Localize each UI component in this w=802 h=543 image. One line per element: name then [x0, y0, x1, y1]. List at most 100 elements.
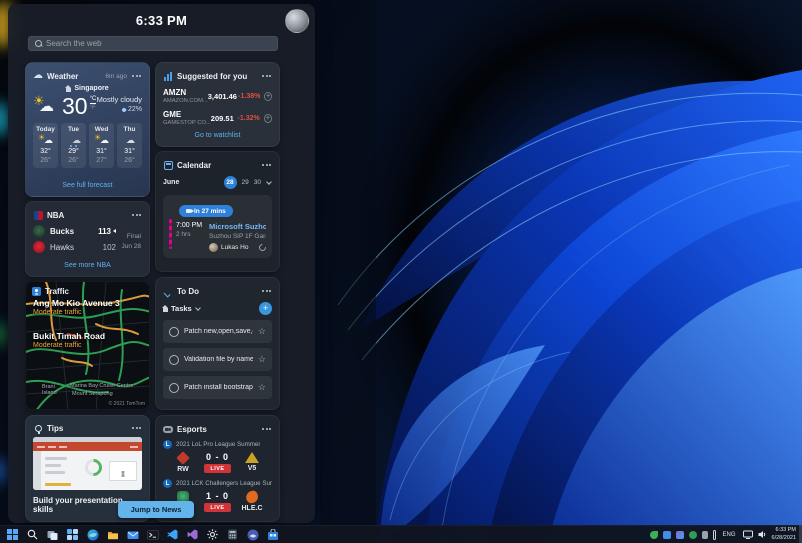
forecast-day[interactable]: Wed ☀ ☁ 31° 27° — [89, 123, 114, 168]
search-input[interactable] — [46, 39, 271, 48]
vscode-icon[interactable] — [166, 528, 179, 541]
calendar-widget[interactable]: Calendar June 28 29 30 In 27 mins 7:00 P… — [155, 151, 280, 272]
league-icon: L — [163, 479, 172, 488]
forecast-day[interactable]: Today ☀ ☁ 32° 26° — [33, 123, 58, 168]
game-status: Final Jun 28 — [121, 233, 141, 251]
widget-menu-icon[interactable] — [261, 161, 272, 169]
live-badge: LIVE — [204, 464, 231, 473]
droplet-icon — [121, 106, 127, 113]
star-icon[interactable]: ☆ — [258, 383, 266, 392]
chevron-down-icon[interactable] — [194, 304, 201, 311]
chevron-down-icon[interactable] — [266, 178, 272, 185]
widget-menu-icon[interactable] — [261, 287, 272, 295]
precipitation: 22% — [97, 106, 142, 113]
stocks-widget[interactable]: Suggested for you AMZN AMAZON.COM... 3,4… — [155, 62, 280, 147]
nba-widget[interactable]: NBA Bucks 113 Hawks 102 Final Jun 28 See… — [25, 201, 150, 277]
task-checkbox[interactable] — [169, 326, 179, 337]
widget-menu-icon[interactable] — [131, 211, 142, 219]
file-explorer-icon[interactable] — [106, 528, 119, 541]
tips-thumbnail[interactable] — [33, 437, 142, 490]
star-icon[interactable]: ☆ — [258, 355, 266, 364]
widget-menu-icon[interactable] — [261, 72, 272, 80]
tray-app-icon[interactable] — [662, 530, 671, 539]
calendar-day-selected[interactable]: 28 — [223, 176, 237, 189]
tray-app-icon[interactable] — [675, 530, 684, 539]
tray-app-icon[interactable] — [649, 530, 658, 539]
task-view-icon[interactable] — [46, 528, 59, 541]
forecast-day[interactable]: Tue ☁ 29° 26° — [61, 123, 86, 168]
start-button[interactable] — [6, 528, 19, 541]
team-logo — [245, 452, 259, 463]
network-icon[interactable] — [742, 526, 753, 543]
celsius-toggle[interactable]: °C — [89, 96, 97, 104]
add-to-watchlist-icon[interactable]: + — [264, 91, 272, 101]
video-call-icon — [186, 209, 194, 213]
widget-menu-icon[interactable] — [131, 72, 142, 80]
calendar-month: June — [163, 179, 180, 186]
desktop-blur-blob — [0, 322, 7, 346]
todo-icon — [163, 286, 173, 296]
match-row[interactable]: RW 0 - 0 LIVE V5 — [163, 451, 272, 474]
stock-row[interactable]: AMZN AMAZON.COM... 3,401.46 -1.38% + — [163, 88, 272, 104]
map-attribution: © 2021 TomTom — [108, 401, 145, 407]
tray-app-icon[interactable] — [688, 530, 697, 539]
task-list-selector[interactable]: Tasks — [171, 304, 192, 313]
see-full-forecast-link[interactable]: See full forecast — [33, 182, 142, 189]
teams-icon[interactable] — [246, 528, 259, 541]
todo-widget[interactable]: To Do Tasks + Patch new,open,save,edi...… — [155, 277, 280, 410]
event-duration: 2 hrs — [176, 231, 191, 238]
fahrenheit-toggle[interactable]: °F — [90, 105, 97, 111]
weather-widget[interactable]: ☁ Weather 6m ago Singapore ☀ ☁ 30 °C °F M… — [25, 62, 150, 197]
weather-location[interactable]: Singapore — [33, 84, 142, 92]
map-label: Brani Island — [42, 383, 57, 397]
forecast-day[interactable]: Thu ☁ 31° 26° — [117, 123, 142, 168]
calendar-event[interactable]: In 27 mins 7:00 PM 2 hrs Microsoft Suzho… — [163, 195, 272, 258]
task-checkbox[interactable] — [169, 382, 179, 393]
calendar-day[interactable]: 30 — [254, 179, 261, 186]
jump-to-news-button[interactable]: Jump to News — [118, 501, 194, 518]
stock-row[interactable]: GME GAMESTOP CO... 209.51 -1.32% + — [163, 110, 272, 126]
settings-icon[interactable] — [206, 528, 219, 541]
home-icon — [65, 84, 72, 92]
calculator-icon[interactable] — [226, 528, 239, 541]
lightbulb-icon — [33, 423, 43, 434]
mail-icon[interactable] — [126, 528, 139, 541]
taskbar-clock[interactable]: 6:33 PM 6/28/2021 — [772, 527, 796, 542]
task-item[interactable]: Validation file by name ☆ — [163, 348, 272, 371]
widgets-taskbar-icon[interactable] — [66, 528, 79, 541]
microsoft-store-icon[interactable] — [266, 528, 279, 541]
go-to-watchlist-link[interactable]: Go to watchlist — [163, 132, 272, 139]
profile-avatar[interactable] — [285, 9, 309, 33]
event-countdown-pill[interactable]: In 27 mins — [179, 205, 233, 217]
bloom-wallpaper — [320, 0, 802, 543]
weather-title: Weather — [47, 71, 79, 81]
search-bar[interactable] — [28, 36, 278, 51]
calendar-day[interactable]: 29 — [242, 179, 249, 186]
traffic-widget[interactable]: Traffic Ang Mo Kio Avenue 3 Moderate tra… — [25, 281, 150, 410]
partly-sunny-icon: ☀ ☁ — [38, 133, 53, 145]
volume-icon[interactable] — [758, 526, 767, 543]
calendar-icon — [163, 160, 173, 170]
attendee-name: Lukas Ho — [221, 244, 249, 251]
search-taskbar-icon[interactable] — [26, 528, 39, 541]
task-checkbox[interactable] — [169, 354, 179, 365]
language-indicator[interactable]: ENG — [721, 532, 738, 538]
add-task-button[interactable]: + — [259, 302, 272, 315]
add-to-watchlist-icon[interactable]: + — [263, 113, 272, 123]
terminal-icon[interactable] — [146, 528, 159, 541]
league-row[interactable]: L 2021 LoL Pro League Summer — [163, 440, 272, 449]
widget-menu-icon[interactable] — [261, 425, 272, 433]
widget-menu-icon[interactable] — [131, 424, 142, 432]
task-item[interactable]: Patch new,open,save,edi... ☆ — [163, 320, 272, 343]
tray-app-icon[interactable] — [701, 530, 708, 539]
stocks-icon — [163, 71, 173, 81]
star-icon[interactable]: ☆ — [258, 327, 266, 336]
edge-icon[interactable] — [86, 528, 99, 541]
task-item[interactable]: Patch install bootstrapp... ☆ — [163, 376, 272, 399]
pen-icon[interactable] — [712, 529, 716, 540]
league-row[interactable]: L 2021 LCK Challengers League Summer — [163, 479, 272, 488]
rain-icon: ☁ — [70, 135, 81, 147]
current-temp: 30 — [62, 93, 88, 119]
visual-studio-icon[interactable] — [186, 528, 199, 541]
see-more-nba-link[interactable]: See more NBA — [33, 262, 142, 269]
